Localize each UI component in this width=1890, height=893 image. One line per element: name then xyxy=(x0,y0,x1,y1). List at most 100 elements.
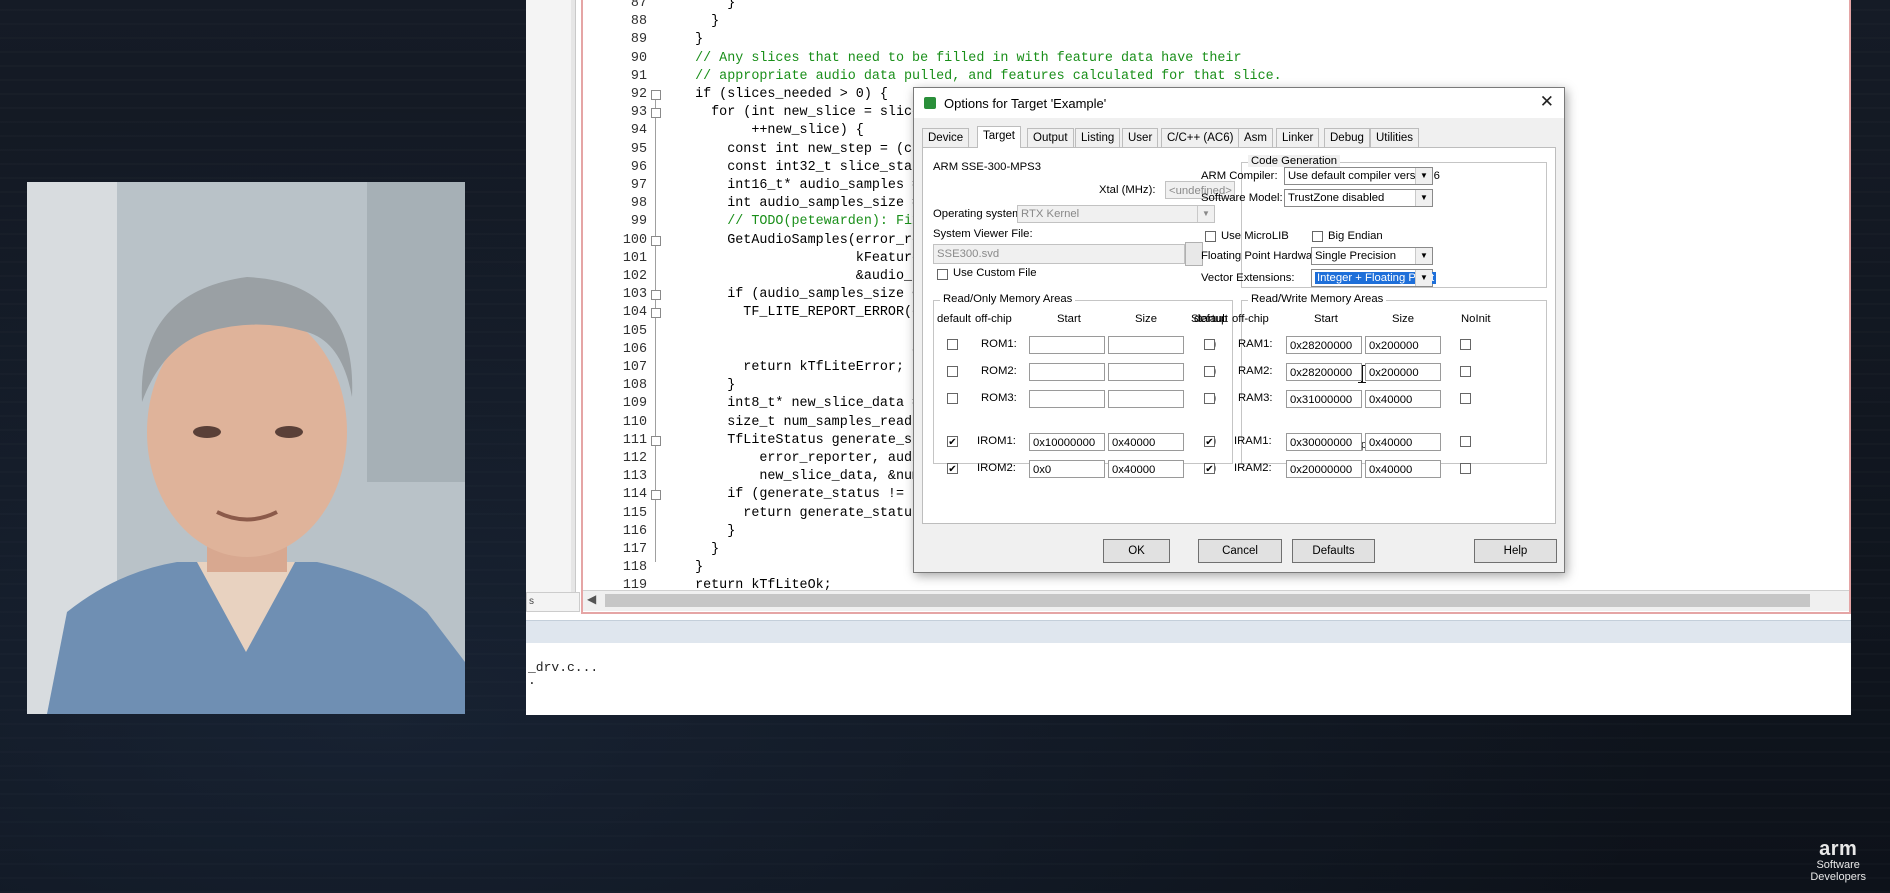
memory-start-field[interactable]: 0x28200000 xyxy=(1286,363,1362,381)
code-text: return generate_status xyxy=(679,506,921,521)
memory-size-field[interactable]: 0x40000 xyxy=(1365,390,1441,408)
memory-start-field[interactable]: 0x20000000 xyxy=(1286,460,1362,478)
memory-start-field[interactable]: 0x31000000 xyxy=(1286,390,1362,408)
memory-size-field[interactable]: 0x200000 xyxy=(1365,336,1441,354)
tab-asm[interactable]: Asm xyxy=(1238,128,1273,147)
tab-user[interactable]: User xyxy=(1122,128,1159,147)
code-text: " xyxy=(679,324,921,339)
default-checkbox[interactable] xyxy=(1204,393,1215,404)
default-checkbox[interactable] xyxy=(947,339,958,350)
microlib-checkbox[interactable] xyxy=(1205,231,1216,242)
fold-toggle-icon[interactable] xyxy=(651,236,661,246)
custom-file-checkbox[interactable] xyxy=(937,269,948,280)
project-tab[interactable]: s xyxy=(526,592,580,612)
memory-size-field[interactable]: 0x40000 xyxy=(1108,460,1184,478)
fold-toggle-icon[interactable] xyxy=(651,290,661,300)
noinit-checkbox[interactable] xyxy=(1460,436,1471,447)
code-text: } xyxy=(679,14,720,29)
noinit-checkbox[interactable] xyxy=(1460,339,1471,350)
pane-splitter[interactable] xyxy=(571,0,576,600)
noinit-checkbox[interactable] xyxy=(1460,366,1471,377)
line-number: 103 xyxy=(622,287,647,302)
sw-model-select[interactable]: TrustZone disabled ▼ xyxy=(1284,189,1433,207)
default-checkbox[interactable] xyxy=(1204,366,1215,377)
memory-size-field[interactable] xyxy=(1108,336,1184,354)
line-number: 104 xyxy=(622,305,647,320)
cancel-button[interactable]: Cancel xyxy=(1198,539,1282,563)
code-line: 91 // appropriate audio data pulled, and… xyxy=(583,68,1843,85)
code-text: // TODO(petewarden): Fix xyxy=(679,214,921,229)
horizontal-scrollbar[interactable]: ◀ xyxy=(583,590,1849,611)
os-select[interactable]: RTX Kernel ▼ xyxy=(1017,205,1215,223)
big-endian-checkbox[interactable] xyxy=(1312,231,1323,242)
col-header-start: Start xyxy=(1314,313,1338,325)
fold-toggle-icon[interactable] xyxy=(651,436,661,446)
noinit-checkbox[interactable] xyxy=(1460,463,1471,474)
default-checkbox[interactable]: ✔ xyxy=(947,463,958,475)
memory-size-field[interactable]: 0x40000 xyxy=(1365,460,1441,478)
tab-utilities[interactable]: Utilities xyxy=(1370,128,1420,147)
memory-start-field[interactable] xyxy=(1029,390,1105,408)
fold-toggle-icon[interactable] xyxy=(651,308,661,318)
col-header-default: default xyxy=(1194,313,1228,325)
col-header-offchip: off-chip xyxy=(975,313,1012,325)
memory-start-field[interactable] xyxy=(1029,363,1105,381)
help-button[interactable]: Help xyxy=(1474,539,1557,563)
fold-toggle-icon[interactable] xyxy=(651,490,661,500)
fp-select[interactable]: Single Precision ▼ xyxy=(1311,247,1433,265)
memory-start-field[interactable]: 0x28200000 xyxy=(1286,336,1362,354)
default-checkbox[interactable]: ✔ xyxy=(1204,463,1215,475)
xtal-label: Xtal (MHz): xyxy=(1099,184,1156,196)
ok-button[interactable]: OK xyxy=(1103,539,1170,563)
tab-output[interactable]: Output xyxy=(1027,128,1074,147)
tab-cpp[interactable]: C/C++ (AC6) xyxy=(1161,128,1240,147)
tab-target[interactable]: Target xyxy=(977,126,1021,148)
default-checkbox[interactable]: ✔ xyxy=(947,436,958,448)
svf-field[interactable]: SSE300.svd xyxy=(933,244,1185,264)
line-number: 88 xyxy=(630,14,647,29)
code-text: } xyxy=(679,32,704,47)
default-checkbox[interactable] xyxy=(947,366,958,377)
custom-file-label: Use Custom File xyxy=(953,267,1037,279)
code-text: TF_LITE_REPORT_ERROR(e xyxy=(679,305,921,320)
defaults-button[interactable]: Defaults xyxy=(1292,539,1375,563)
code-text: } xyxy=(679,0,736,11)
noinit-checkbox[interactable] xyxy=(1460,393,1471,404)
fold-toggle-icon[interactable] xyxy=(651,108,661,118)
scroll-left-icon[interactable]: ◀ xyxy=(587,592,596,606)
tab-linker[interactable]: Linker xyxy=(1276,128,1320,147)
compiler-select[interactable]: Use default compiler version 6 ▼ xyxy=(1284,167,1440,185)
tab-listing[interactable]: Listing xyxy=(1075,128,1121,147)
memory-size-field[interactable]: 0x200000 xyxy=(1365,363,1441,381)
scrollbar-thumb[interactable] xyxy=(605,594,1810,607)
memory-start-field[interactable]: 0x0 xyxy=(1029,460,1105,478)
default-checkbox[interactable] xyxy=(947,393,958,404)
default-checkbox[interactable]: ✔ xyxy=(1204,436,1215,448)
target-tab-panel: ARM SSE-300-MPS3 Xtal (MHz): <undefined>… xyxy=(922,147,1556,524)
default-checkbox[interactable] xyxy=(1204,339,1215,350)
ro-memory-title: Read/Only Memory Areas xyxy=(940,293,1076,305)
memory-start-field[interactable]: 0x10000000 xyxy=(1029,433,1105,451)
dialog-title: Options for Target 'Example' xyxy=(944,96,1107,111)
code-text: return kTfLiteError; xyxy=(679,360,904,375)
output-splitter[interactable] xyxy=(526,620,1851,644)
tab-device[interactable]: Device xyxy=(922,128,970,147)
line-number: 92 xyxy=(630,87,647,102)
tab-debug[interactable]: Debug xyxy=(1324,128,1370,147)
code-text: int16_t* audio_samples = xyxy=(679,178,921,193)
col-header-start: Start xyxy=(1057,313,1081,325)
brand-line1: Software xyxy=(1816,859,1860,871)
memory-start-field[interactable]: 0x30000000 xyxy=(1286,433,1362,451)
fold-toggle-icon[interactable] xyxy=(651,90,661,100)
memory-size-field[interactable]: 0x40000 xyxy=(1365,433,1441,451)
svf-label: System Viewer File: xyxy=(933,228,1033,240)
memory-size-field[interactable]: 0x40000 xyxy=(1108,433,1184,451)
close-icon[interactable]: ✕ xyxy=(1540,92,1554,112)
memory-size-field[interactable] xyxy=(1108,390,1184,408)
vec-select[interactable]: Integer + Floating Point ▼ xyxy=(1311,269,1437,287)
dialog-titlebar[interactable]: Options for Target 'Example' ✕ xyxy=(914,88,1564,118)
line-number: 108 xyxy=(622,378,647,393)
memory-size-field[interactable] xyxy=(1108,363,1184,381)
app-icon xyxy=(924,97,936,109)
memory-start-field[interactable] xyxy=(1029,336,1105,354)
